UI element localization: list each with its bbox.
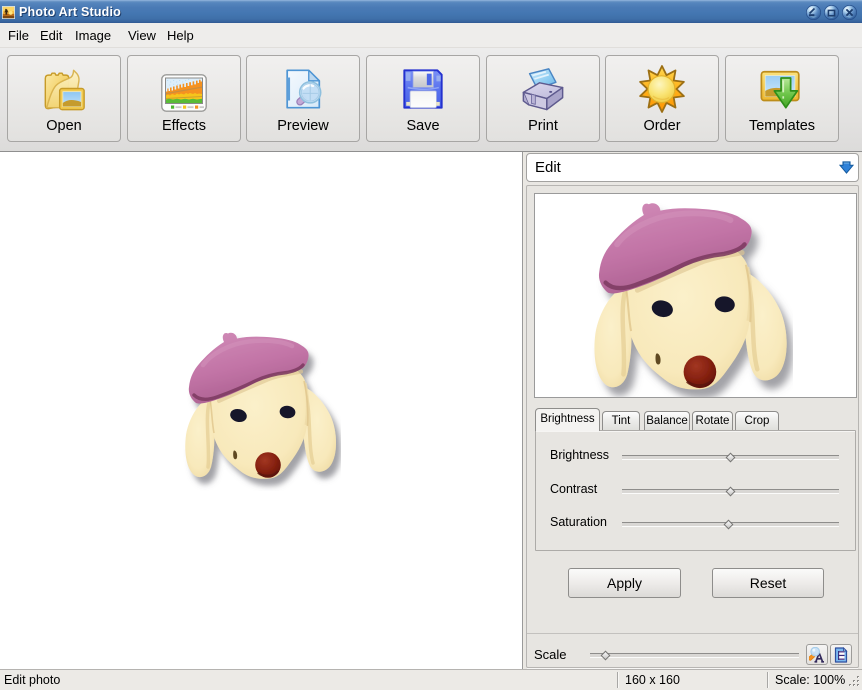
collapse-arrow-icon[interactable] <box>839 161 854 174</box>
saturation-slider-row: Saturation <box>536 513 856 533</box>
minimize-button[interactable] <box>806 5 821 20</box>
tab-crop[interactable]: Crop <box>735 411 779 431</box>
print-button-label: Print <box>487 118 599 134</box>
zoom-actual-icon <box>809 647 825 663</box>
templates-picture-arrow-icon <box>726 65 838 113</box>
menu-help[interactable]: Help <box>165 26 196 45</box>
tab-rotate[interactable]: Rotate <box>692 411 733 431</box>
scale-label: Scale <box>534 647 567 662</box>
open-button[interactable]: Open <box>7 55 121 142</box>
order-sun-icon <box>606 65 718 113</box>
scale-row: Scale <box>527 633 858 669</box>
saturation-slider-label: Saturation <box>550 515 607 529</box>
photo-canvas[interactable] <box>0 152 523 669</box>
scale-slider-track[interactable] <box>590 653 799 658</box>
window-title: Photo Art Studio <box>19 5 121 19</box>
print-button[interactable]: Print <box>486 55 600 142</box>
templates-button-label: Templates <box>726 118 838 134</box>
app-window: Photo Art Studio <box>0 0 862 690</box>
effects-button-label: Effects <box>128 118 240 134</box>
zoom-actual-button[interactable] <box>806 644 828 665</box>
preview-button-label: Preview <box>247 118 359 134</box>
tab-tint[interactable]: Tint <box>602 411 640 431</box>
photo-preview <box>534 193 857 398</box>
close-button[interactable] <box>842 5 857 20</box>
menu-bar: File Edit Image View Help <box>0 23 862 48</box>
panel-header[interactable]: Edit <box>526 153 859 182</box>
templates-button[interactable]: Templates <box>725 55 839 142</box>
save-button-label: Save <box>367 118 479 134</box>
dog-photo-preview <box>589 201 793 398</box>
preview-magnifier-icon <box>247 65 359 113</box>
print-printer-icon <box>487 65 599 113</box>
panel-body: Brightness Tint Balance Rotate Crop Brig… <box>526 185 859 668</box>
effects-button[interactable]: Effects <box>127 55 241 142</box>
apply-button[interactable]: Apply <box>568 568 681 598</box>
brightness-slider-label: Brightness <box>550 448 609 462</box>
tab-brightness[interactable]: Brightness <box>535 408 600 431</box>
fit-page-icon <box>833 647 849 663</box>
main-area: Edit Brightness Tint Balance Rotate Crop <box>0 152 862 669</box>
preview-button[interactable]: Preview <box>246 55 360 142</box>
brightness-slider-row: Brightness <box>536 446 856 466</box>
maximize-button[interactable] <box>824 5 839 20</box>
panel-title: Edit <box>535 159 561 176</box>
save-floppy-icon <box>367 65 479 113</box>
edit-panel: Edit Brightness Tint Balance Rotate Crop <box>524 152 862 669</box>
order-button[interactable]: Order <box>605 55 719 142</box>
status-separator <box>767 672 768 688</box>
contrast-slider-label: Contrast <box>550 482 597 496</box>
menu-view[interactable]: View <box>126 26 158 45</box>
status-bar: Edit photo 160 x 160 Scale: 100% <box>0 669 862 690</box>
status-separator <box>617 672 618 688</box>
tab-strip: Brightness Tint Balance Rotate Crop <box>535 408 853 431</box>
status-text: Edit photo <box>4 673 60 687</box>
app-logo-icon <box>2 6 15 19</box>
resize-grip[interactable] <box>847 674 861 688</box>
menu-image[interactable]: Image <box>73 26 113 45</box>
menu-edit[interactable]: Edit <box>38 26 64 45</box>
reset-button[interactable]: Reset <box>712 568 824 598</box>
contrast-slider-row: Contrast <box>536 480 856 500</box>
scale-text: Scale: 100% <box>775 673 845 687</box>
image-size-text: 160 x 160 <box>625 673 680 687</box>
fit-page-button[interactable] <box>830 644 852 665</box>
dog-photo <box>181 331 341 491</box>
save-button[interactable]: Save <box>366 55 480 142</box>
menu-file[interactable]: File <box>6 26 31 45</box>
title-bar: Photo Art Studio <box>0 0 862 23</box>
effects-chart-icon <box>128 65 240 113</box>
order-button-label: Order <box>606 118 718 134</box>
open-button-label: Open <box>8 118 120 134</box>
tab-balance[interactable]: Balance <box>644 411 690 431</box>
open-folder-icon <box>8 65 120 113</box>
brightness-tab-page: Brightness Contrast Saturation <box>535 430 856 551</box>
toolbar: Open <box>0 48 862 152</box>
